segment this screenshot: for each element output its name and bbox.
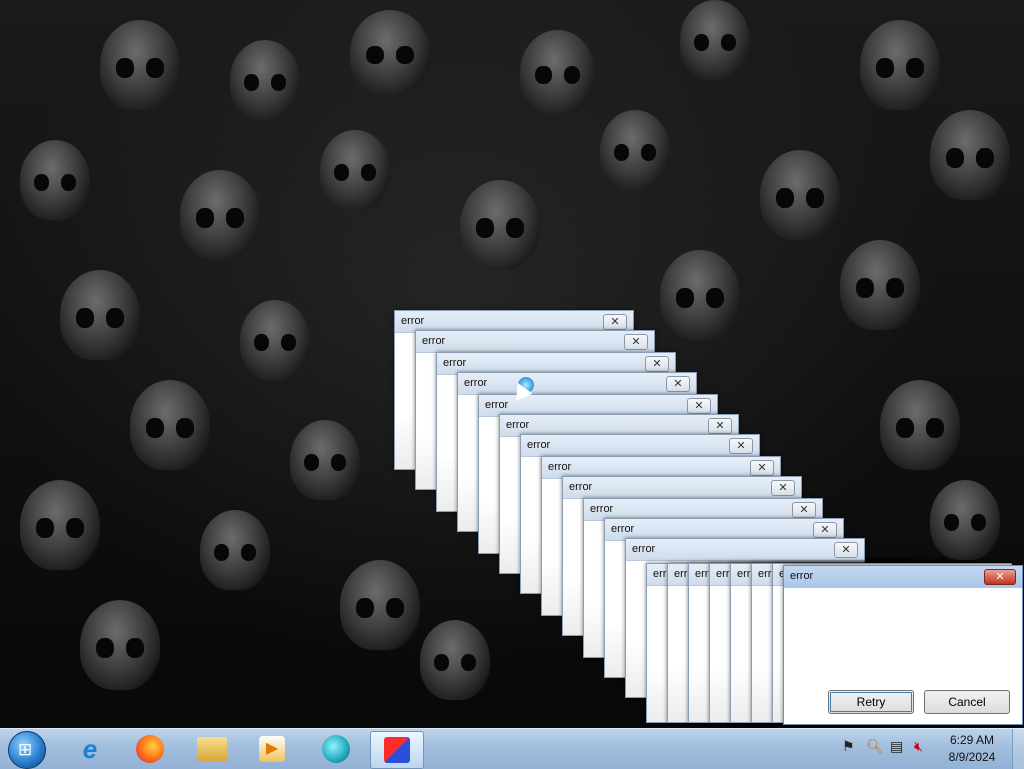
taskbar-item-browser-app[interactable] [310, 731, 362, 767]
shapes-app-icon [384, 737, 410, 763]
taskbar: ⊞ e ▶ ⚑ 🔍︎ ▤ 🔇︎ 6:29 AM 8/9/2024 [0, 728, 1024, 769]
start-button[interactable]: ⊞ [8, 731, 46, 769]
internet-explorer-icon: e [82, 733, 98, 764]
folder-icon [197, 737, 227, 761]
volume-muted-icon[interactable]: 🔇︎ [914, 738, 923, 755]
window-title: error [632, 543, 656, 555]
window-title: err [737, 568, 751, 580]
window-title: error [527, 439, 551, 451]
close-icon[interactable]: ✕ [750, 460, 774, 476]
show-desktop-button[interactable] [1012, 729, 1024, 769]
media-player-icon: ▶ [259, 736, 285, 762]
close-icon[interactable]: ✕ [984, 569, 1016, 585]
window-title: error [485, 399, 509, 411]
error-dialog-active[interactable]: error ✕ Retry Cancel [783, 565, 1023, 725]
close-icon[interactable]: ✕ [687, 398, 711, 414]
taskbar-item-file-explorer[interactable] [186, 731, 238, 767]
window-title: error [401, 315, 425, 327]
close-icon[interactable]: ✕ [729, 438, 753, 454]
window-title: error [790, 570, 814, 582]
window-title: error [422, 335, 446, 347]
window-title: err [674, 568, 688, 580]
close-icon[interactable]: ✕ [624, 334, 648, 350]
close-icon[interactable]: ✕ [792, 502, 816, 518]
window-title: error [590, 503, 614, 515]
taskbar-item-internet-explorer[interactable]: e [64, 731, 116, 767]
close-icon[interactable]: ✕ [666, 376, 690, 392]
window-title: err [716, 568, 730, 580]
globe-icon [322, 735, 350, 763]
taskbar-item-media-player[interactable]: ▶ [246, 731, 298, 767]
window-title: error [569, 481, 593, 493]
close-icon[interactable]: ✕ [603, 314, 627, 330]
close-icon[interactable]: ✕ [834, 542, 858, 558]
close-icon[interactable]: ✕ [813, 522, 837, 538]
window-title: error [464, 377, 488, 389]
network-icon[interactable]: ▤ [890, 738, 903, 755]
window-title: err [653, 568, 667, 580]
search-icon[interactable]: 🔍︎ [866, 738, 884, 755]
taskbar-item-active-app[interactable] [370, 731, 424, 769]
close-icon[interactable]: ✕ [771, 480, 795, 496]
window-title: err [758, 568, 772, 580]
window-title: error [548, 461, 572, 473]
cancel-button[interactable]: Cancel [924, 690, 1010, 714]
clock-time: 6:29 AM [949, 733, 995, 747]
window-title: error [443, 357, 467, 369]
close-icon[interactable]: ✕ [708, 418, 732, 434]
retry-button[interactable]: Retry [828, 690, 914, 714]
firefox-icon [136, 735, 164, 763]
window-title: error [506, 419, 530, 431]
taskbar-item-firefox[interactable] [124, 731, 176, 767]
clock-date: 8/9/2024 [948, 750, 996, 764]
windows-logo-icon: ⊞ [18, 740, 33, 759]
action-center-flag-icon[interactable]: ⚑ [842, 738, 855, 755]
window-title: error [611, 523, 635, 535]
close-icon[interactable]: ✕ [645, 356, 669, 372]
window-title: err [695, 568, 709, 580]
system-clock[interactable]: 6:29 AM 8/9/2024 [940, 732, 1004, 766]
